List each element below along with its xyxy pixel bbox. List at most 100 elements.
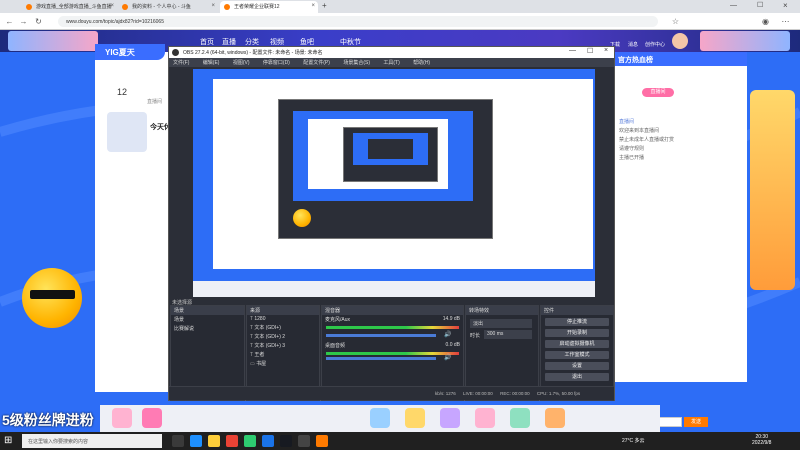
chrome-icon[interactable] [226,435,238,447]
clock-date: 2022/9/8 [752,440,772,446]
windows-start-icon[interactable]: ⊞ [4,435,12,446]
scene-item[interactable]: 场景 [171,315,244,324]
menu-docks[interactable]: 停靠窗口(D) [263,60,290,66]
wechat-icon[interactable] [244,435,256,447]
start-recording-button[interactable]: 开始录制 [545,329,609,337]
nav-creator[interactable]: 创作中心 [645,41,665,48]
menu-file[interactable]: 文件(F) [173,60,189,66]
source-label: 1280 [254,316,266,322]
profile-icon[interactable]: ◉ [760,16,771,27]
close-window-button[interactable]: × [783,1,788,10]
transitions-title: 转场特效 [466,306,538,315]
stop-streaming-button[interactable]: 停止推流 [545,318,609,326]
reload-button[interactable]: ↻ [33,16,44,27]
virtual-camera-button[interactable]: 启动虚拟摄像机 [545,340,609,348]
gift-icon[interactable] [545,408,565,428]
obs-close-button[interactable]: × [604,47,608,54]
forward-button[interactable]: → [18,16,29,27]
ranking-title: 官方热血榜 [612,52,747,66]
obs-maximize-button[interactable]: ☐ [587,47,593,55]
maximize-button[interactable]: ☐ [757,1,763,9]
edge-icon[interactable] [190,435,202,447]
tab-games[interactable]: 游戏直播_全部游戏直播_斗鱼直播 × [22,1,117,13]
tab-profile[interactable]: 我的资料 - 个人中心 - 斗鱼 × [118,1,218,13]
new-tab-button[interactable]: + [322,1,327,10]
duration-input[interactable]: 300 ms [484,330,532,339]
taskbar-search[interactable]: 在这里输入你要搜索的内容 [22,434,162,448]
douyu-favicon-icon [122,4,128,10]
minimize-button[interactable]: — [730,2,737,9]
gift-bar [100,405,660,432]
volume-meter [326,352,459,355]
scenes-title: 场景 [171,306,244,315]
source-item[interactable]: T 文本 (GDI+) 2 [247,332,319,341]
cpu-status: CPU: 1.7%, 50.00 fps [536,391,581,396]
settings-button[interactable]: 设置 [545,362,609,370]
studio-mode-button[interactable]: 工作室模式 [545,351,609,359]
source-label: 文本 (GDI+) 3 [254,343,286,349]
clock[interactable]: 20:30 2022/9/8 [752,434,771,446]
source-item[interactable]: T 文本 (GDI+) 3 [247,341,319,350]
douyu-taskbar-icon[interactable] [316,435,328,447]
speaker-icon[interactable]: 🔊 [444,331,451,338]
gift-icon[interactable] [370,408,390,428]
url-input[interactable] [58,16,658,27]
scene-item[interactable]: 比赛解说 [171,324,244,333]
file-explorer-icon[interactable] [208,435,220,447]
menu-tools[interactable]: 工具(T) [383,60,399,66]
menu-profile[interactable]: 配置文件(P) [303,60,330,66]
source-item[interactable]: ▭ 书屋 [247,359,319,368]
chat-line: 请遵守规则 [619,146,645,152]
mixer-title: 混音器 [322,306,463,315]
send-button[interactable]: 发送 [684,417,708,427]
gift-icon[interactable] [475,408,495,428]
volume-slider[interactable] [326,334,436,337]
anchor-avatar[interactable] [107,112,147,152]
transition-select[interactable]: 淡出 [470,319,532,328]
source-item[interactable]: T 王者 [247,350,319,359]
gift-icon[interactable] [112,408,132,428]
obs-statusbar: kb/s: 1276 LIVE: 00:00:00 REC: 00:00:00 … [169,386,614,400]
event-side-banner[interactable] [750,90,795,290]
volume-slider[interactable] [326,357,436,360]
room-button[interactable]: 直播间 [642,88,674,97]
menu-view[interactable]: 视图(V) [233,60,250,66]
gift-icon[interactable] [510,408,530,428]
gift-icon[interactable] [142,408,162,428]
source-item[interactable]: T 文本 (GDI+) [247,323,319,332]
nav-messages[interactable]: 消息 [628,41,638,48]
weather[interactable]: 27°C 多云 [622,437,645,444]
avatar[interactable] [672,33,688,49]
close-icon[interactable]: × [211,3,215,9]
menu-help[interactable]: 帮助(H) [413,60,430,66]
menu-icon[interactable]: ⋯ [780,16,791,27]
mixer-channel: 桌面音频 0.0 dB [322,341,463,350]
chat-line: 欢迎来到本直播间 [619,128,660,134]
close-icon[interactable]: × [311,3,315,9]
event-banner-left [8,31,98,51]
star-icon[interactable]: ☆ [670,16,681,27]
close-icon[interactable]: × [110,3,114,9]
obs-logo-icon [172,49,179,56]
gift-icon[interactable] [405,408,425,428]
obs-preview[interactable] [193,69,595,297]
obs-taskbar-icon[interactable] [298,435,310,447]
chat-line: 主播已开播 [619,155,645,161]
speaker-icon[interactable]: 🔊 [444,354,451,361]
menu-edit[interactable]: 编辑(E) [203,60,220,66]
tab-room[interactable]: 王者荣耀企业联赛12 × [220,1,318,13]
nested-obs-level-3 [368,139,413,159]
sources-title: 来源 [247,306,319,315]
steam-icon[interactable] [280,435,292,447]
exit-button[interactable]: 退出 [545,373,609,381]
gift-icon[interactable] [440,408,460,428]
obs-minimize-button[interactable]: — [569,47,576,54]
task-view-icon[interactable] [172,435,184,447]
chat-line: 直播间 [619,119,635,125]
obs-title-text: OBS 27.2.4 (64-bit, windows) - 配置文件: 未命名… [183,50,323,56]
menu-scene-collection[interactable]: 场景集合(S) [343,60,370,66]
store-icon[interactable] [262,435,274,447]
source-item[interactable]: T 1280 [247,315,319,323]
back-button[interactable]: ← [4,16,15,27]
sunglasses-mascot-icon [293,209,311,227]
